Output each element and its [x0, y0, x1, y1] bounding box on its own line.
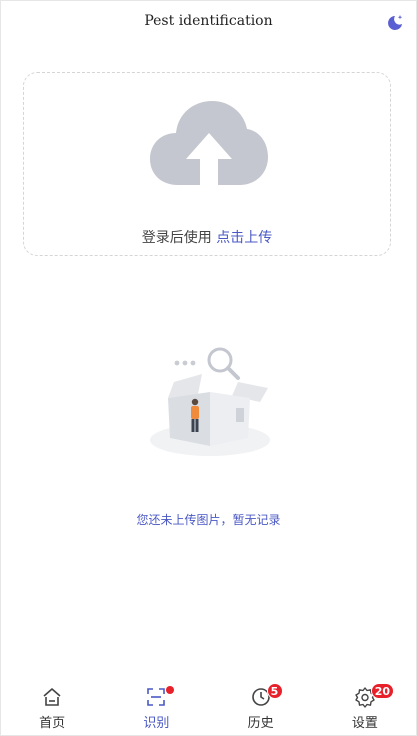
tab-identify-label: 识别	[143, 716, 170, 731]
header: Pest identification	[0, 0, 417, 46]
tab-home-label: 首页	[39, 716, 66, 731]
cloud-upload-icon	[150, 101, 268, 185]
tab-bar: 首页 识别 5 历史 20 设置	[0, 680, 417, 734]
moon-star-icon[interactable]	[385, 13, 405, 33]
upload-link[interactable]: 点击上传	[216, 230, 272, 246]
tab-history-label: 历史	[247, 716, 274, 731]
home-icon	[43, 688, 61, 706]
settings-badge: 20	[370, 683, 395, 699]
notification-dot	[166, 686, 175, 694]
tab-settings-label: 设置	[351, 716, 378, 731]
page-title: Pest identification	[144, 13, 273, 29]
tab-settings[interactable]: 20 设置	[313, 680, 417, 734]
history-badge: 5	[266, 683, 283, 699]
tab-history[interactable]: 5 历史	[209, 680, 313, 734]
empty-state-message: 您还未上传图片，暂无记录	[136, 513, 281, 527]
empty-box-search-icon	[150, 347, 270, 456]
upload-prompt: 登录后使用 点击上传	[24, 227, 390, 247]
scan-icon	[147, 688, 166, 706]
tab-identify[interactable]: 识别	[104, 680, 208, 734]
upload-login-hint: 登录后使用	[141, 230, 212, 246]
upload-card[interactable]: 登录后使用 点击上传	[23, 72, 391, 256]
tab-home[interactable]: 首页	[0, 680, 104, 734]
